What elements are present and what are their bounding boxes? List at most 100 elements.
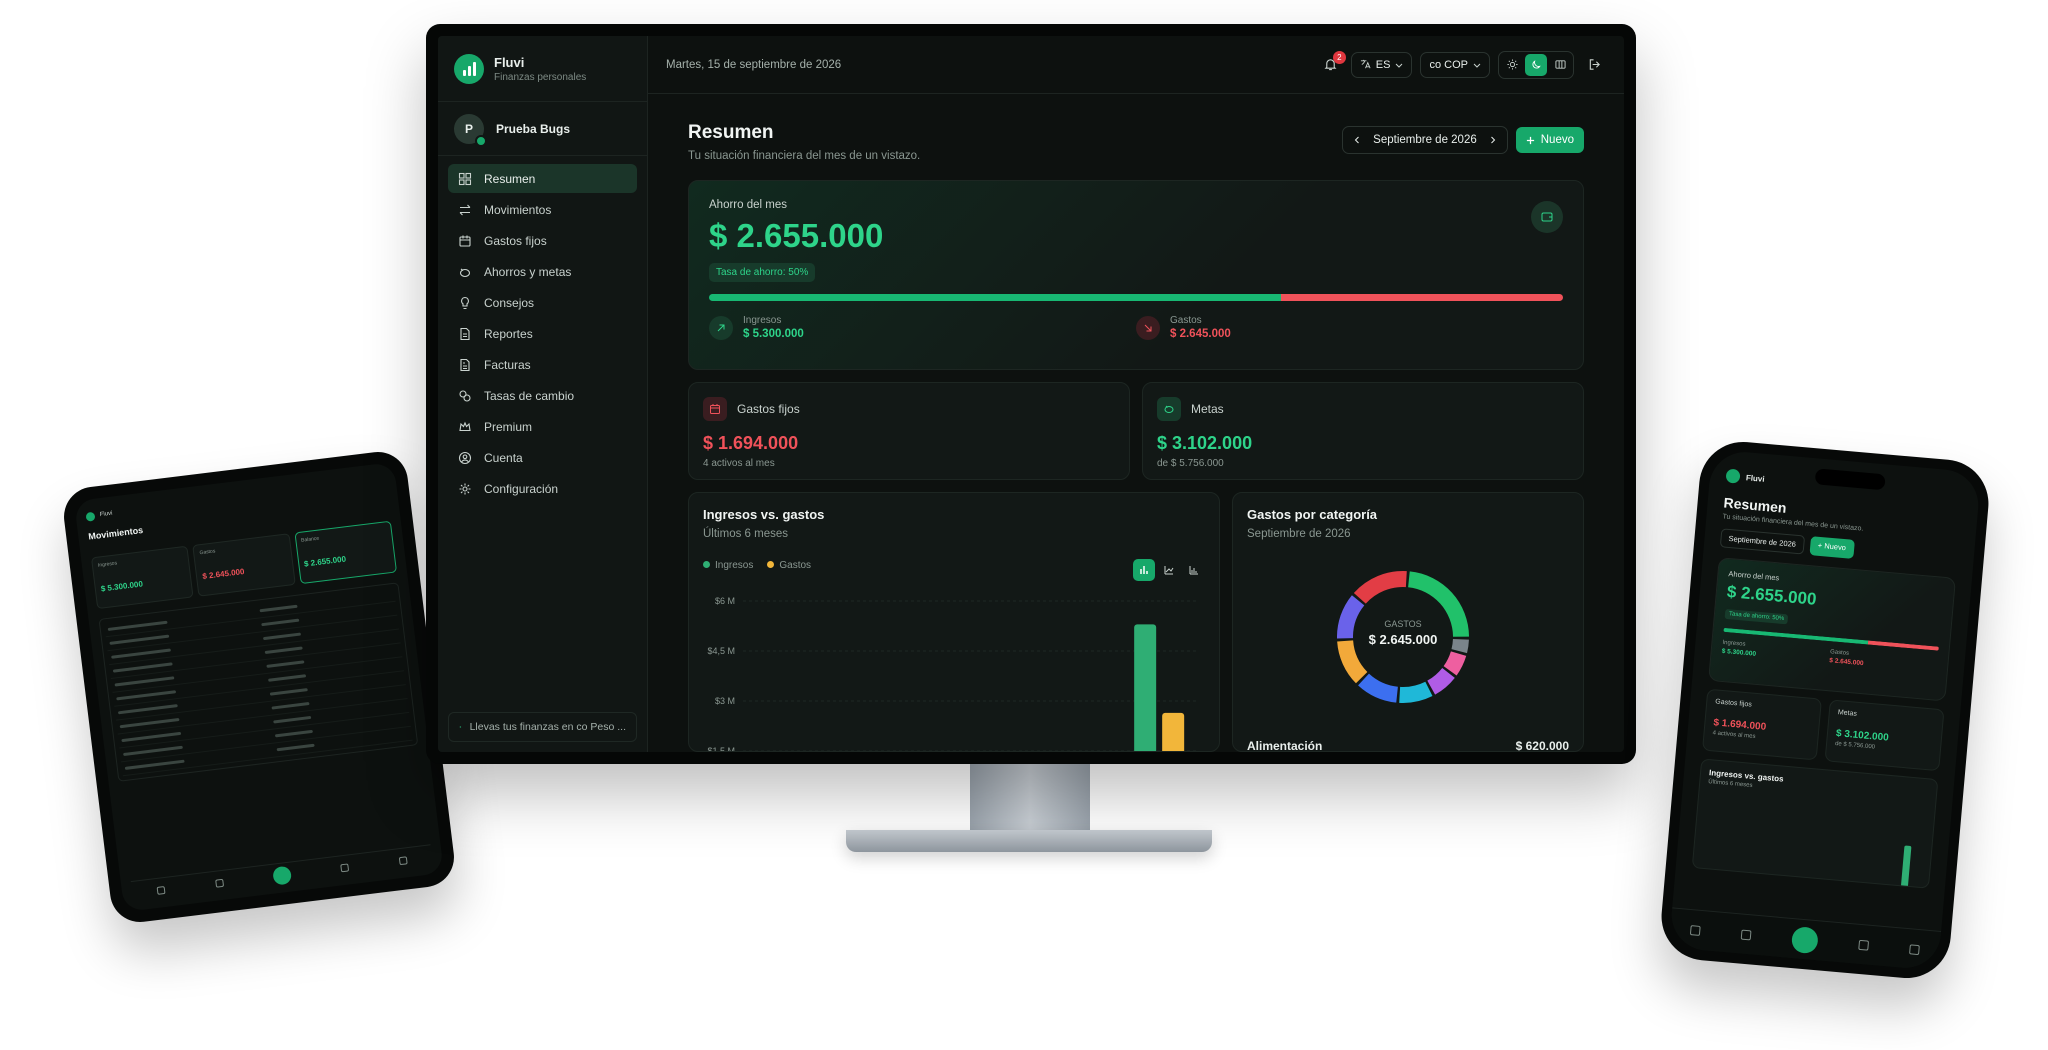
phone-new-button[interactable]: + Nuevo	[1809, 536, 1855, 559]
savings-card: Ahorro del mes $ 2.655.000 Tasa de ahorr…	[688, 180, 1584, 370]
add-fab-button[interactable]	[272, 865, 293, 886]
sidebar-item-label: Consejos	[484, 295, 535, 310]
sidebar-item-cuenta[interactable]: Cuenta	[448, 443, 637, 472]
gear-icon	[459, 483, 471, 494]
fixed-expenses-sub: 4 activos al mes	[703, 458, 775, 469]
bar-gastos[interactable]	[1162, 712, 1185, 752]
goals-card[interactable]: Metas $ 3.102.000 de $ 5.756.000	[1142, 382, 1584, 480]
chevron-down-icon	[1473, 63, 1481, 68]
tablet-summary-card: Ingresos $ 5.300.000	[90, 545, 194, 610]
dashboard-content: Resumen Tu situación financiera del mes …	[648, 94, 1624, 752]
bar-chart-logo-icon	[454, 53, 484, 84]
phone-goals-card[interactable]: Metas $ 3.102.000 de $ 5.756.000	[1824, 699, 1945, 772]
bar-ingresos[interactable]	[1134, 624, 1157, 752]
sidebar-item-facturas[interactable]: Facturas	[448, 350, 637, 379]
home-icon[interactable]	[1690, 924, 1702, 936]
month-selector[interactable]: Septiembre de 2026	[1342, 126, 1508, 154]
sun-icon[interactable]	[1501, 54, 1523, 76]
savings-label: Ahorro del mes	[709, 199, 787, 211]
calendar-icon[interactable]	[340, 862, 350, 872]
phone-chart-card: Ingresos vs. gastos Últimos 6 meses	[1691, 758, 1939, 889]
topbar: Martes, 15 de septiembre de 2026 2 ES co…	[648, 36, 1624, 94]
device-mockup-scene: Fluvi Movimientos Ingresos $ 5.300.000 Gas…	[0, 0, 2048, 1050]
moon-icon[interactable]	[1525, 53, 1547, 76]
line-chart-icon[interactable]	[1158, 559, 1180, 581]
category-row[interactable]: Alimentación $ 620.000	[1247, 739, 1569, 752]
language-select[interactable]: ES	[1350, 51, 1413, 78]
chevron-left-icon[interactable]	[1353, 136, 1361, 144]
theme-toggle	[1498, 50, 1574, 79]
phone-fixed-card[interactable]: Gastos fijos $ 1.694.000 4 activos al me…	[1702, 688, 1822, 761]
avatar: P	[454, 113, 487, 147]
user-icon[interactable]	[1908, 943, 1920, 955]
donut-slice[interactable]	[1427, 667, 1455, 695]
arrow-up-right-icon	[709, 315, 733, 340]
tablet-device: Fluvi Movimientos Ingresos $ 5.300.000 Gas…	[60, 448, 458, 926]
savings-rate-badge: Tasa de ahorro: 50%	[709, 263, 816, 282]
report-icon	[460, 327, 470, 340]
new-button[interactable]: Nuevo	[1515, 127, 1584, 153]
savings-value: $ 2.655.000	[709, 217, 884, 254]
sidebar-item-ahorros-y-metas[interactable]: Ahorros y metas	[448, 257, 637, 286]
bar-chart-icon[interactable]	[1133, 559, 1155, 581]
donut-slice[interactable]	[1399, 681, 1433, 703]
report-icon[interactable]	[1858, 939, 1869, 951]
sidebar-item-movimientos[interactable]: Movimientos	[448, 195, 637, 224]
currency-select[interactable]: co COP	[1420, 51, 1490, 78]
add-fab-button[interactable]	[1790, 925, 1819, 954]
area-chart-icon[interactable]	[1183, 559, 1205, 581]
logout-icon	[1589, 59, 1600, 70]
fixed-expenses-card[interactable]: Gastos fijos $ 1.694.000 4 activos al me…	[688, 382, 1130, 480]
user-name: Prueba Bugs	[496, 121, 571, 136]
brand[interactable]: Fluvi Finanzas personales	[438, 36, 647, 102]
sidebar-item-resumen[interactable]: Resumen	[448, 164, 637, 193]
user-profile[interactable]: P Prueba Bugs	[438, 102, 647, 156]
user-icon[interactable]	[398, 855, 408, 865]
exchange-icon	[459, 389, 471, 402]
logo-icon	[1725, 468, 1741, 484]
notifications-button[interactable]: 2	[1319, 50, 1346, 77]
chart-legend: Ingresos Gastos	[703, 560, 1205, 571]
category-name: Alimentación	[1247, 739, 1323, 752]
goals-sub: de $ 5.756.000	[1157, 458, 1224, 469]
donut-center-value: $ 2.645.000	[1368, 632, 1438, 647]
plus-icon	[1526, 136, 1534, 144]
sidebar-item-premium[interactable]: Premium	[448, 412, 637, 441]
sidebar-item-label: Configuración	[484, 481, 559, 496]
category-value: $ 620.000	[1515, 739, 1569, 752]
main-area: Martes, 15 de septiembre de 2026 2 ES co…	[648, 36, 1624, 752]
arrows-swap-icon[interactable]	[214, 878, 224, 888]
piggy-bank-icon	[459, 268, 471, 277]
legend-income: Ingresos	[703, 560, 753, 571]
donut-center-label: GASTOS	[1384, 619, 1422, 629]
tablet-movements-table	[98, 582, 419, 782]
chevron-right-icon[interactable]	[1489, 136, 1497, 144]
fixed-expenses-value: $ 1.694.000	[703, 433, 799, 453]
currency-footer[interactable]: Llevas tus finanzas en co Peso ...	[448, 712, 637, 742]
phone-month-selector[interactable]: Septiembre de 2026	[1719, 528, 1805, 555]
app-tagline: Finanzas personales	[494, 71, 587, 83]
grid-icon	[458, 172, 472, 185]
calendar-icon	[459, 235, 471, 247]
current-date: Martes, 15 de septiembre de 2026	[666, 58, 842, 71]
y-tick-label: $3 M	[715, 696, 735, 706]
calendar-icon	[703, 397, 727, 421]
sidebar-item-label: Gastos fijos	[484, 233, 547, 248]
online-dot	[475, 134, 487, 147]
sidebar-item-tasas-de-cambio[interactable]: Tasas de cambio	[448, 381, 637, 410]
monitor-icon[interactable]	[1549, 54, 1571, 76]
home-icon[interactable]	[156, 885, 166, 895]
sidebar-item-reportes[interactable]: Reportes	[448, 319, 637, 348]
sidebar-item-consejos[interactable]: Consejos	[448, 288, 637, 317]
phone-screen: Fluvi Resumen Tu situación financiera de…	[1668, 449, 1982, 971]
goals-value: $ 3.102.000	[1157, 433, 1253, 453]
donut-slice[interactable]	[1353, 571, 1407, 604]
sidebar-item-configuracion[interactable]: Configuración	[448, 474, 637, 503]
tablet-bottom-nav	[130, 844, 434, 905]
donut-slice[interactable]	[1358, 673, 1398, 703]
sidebar-item-gastos-fijos[interactable]: Gastos fijos	[448, 226, 637, 255]
category-subtitle: Septiembre de 2026	[1247, 528, 1351, 540]
sidebar-item-label: Cuenta	[484, 450, 523, 465]
arrows-swap-icon[interactable]	[1740, 929, 1752, 940]
logout-button[interactable]	[1582, 53, 1606, 77]
